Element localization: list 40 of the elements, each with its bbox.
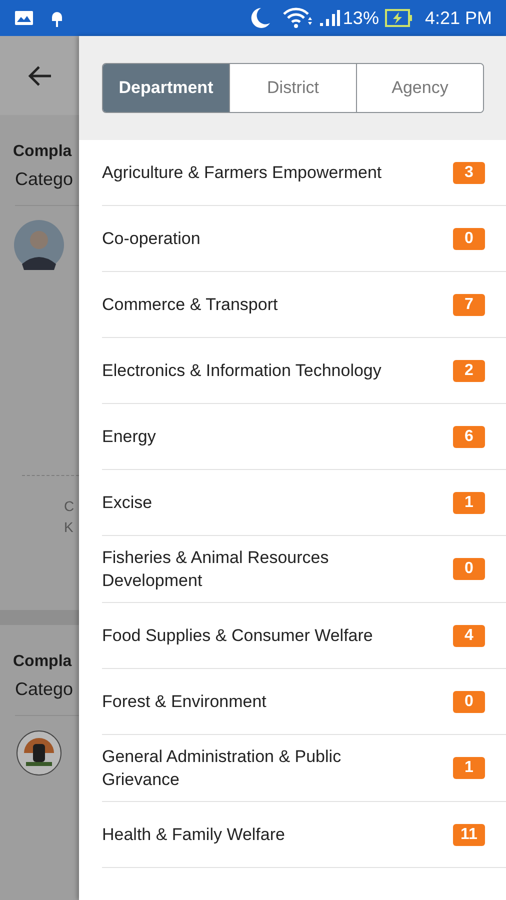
battery-percent: 13% — [342, 6, 379, 30]
department-name[interactable]: Forest & Environment — [102, 690, 453, 713]
signal-icon — [318, 9, 341, 27]
count-badge: 0 — [453, 228, 485, 250]
filter-tab[interactable]: Agency — [356, 64, 483, 112]
wifi-icon — [282, 7, 313, 29]
department-name[interactable]: Energy — [102, 425, 453, 448]
department-name[interactable]: Agriculture & Farmers Empowerment — [102, 161, 453, 184]
count-badge: 1 — [453, 492, 485, 514]
department-name[interactable]: Health & Family Welfare — [102, 823, 453, 846]
department-name[interactable]: Food Supplies & Consumer Welfare — [102, 624, 453, 647]
department-name[interactable]: Co-operation — [102, 227, 453, 250]
card-title: Compla — [13, 142, 73, 162]
filter-tab[interactable]: Department — [103, 64, 229, 112]
department-name[interactable]: General Administration & Public Grievance — [102, 745, 453, 791]
moon-icon — [250, 7, 271, 29]
card-category: Catego — [15, 168, 74, 191]
count-badge: 4 — [453, 624, 485, 646]
count-badge: 11 — [453, 824, 485, 846]
image-icon — [14, 10, 34, 26]
back-arrow-icon[interactable] — [27, 64, 53, 86]
count-badge: 1 — [453, 757, 485, 779]
card-text: K — [64, 518, 74, 537]
card-text: C — [64, 497, 76, 516]
department-name[interactable]: Excise — [102, 491, 453, 514]
count-badge: 2 — [453, 360, 485, 382]
department-name[interactable]: Fisheries & Animal Resources Development — [102, 546, 453, 592]
avatar-icon — [14, 220, 64, 270]
count-badge: 6 — [453, 426, 485, 448]
count-badge: 7 — [453, 294, 485, 316]
battery-charging-icon — [384, 9, 413, 27]
department-name[interactable]: Electronics & Information Technology — [102, 359, 453, 382]
count-badge: 0 — [453, 690, 485, 712]
count-badge: 3 — [453, 162, 485, 184]
department-name[interactable]: Commerce & Transport — [102, 293, 453, 316]
clock: 4:21 PM — [424, 6, 492, 30]
count-badge: 0 — [453, 558, 485, 580]
card-title: Compla — [13, 652, 73, 672]
card-category: Catego — [15, 678, 74, 701]
logo-icon — [16, 730, 62, 776]
